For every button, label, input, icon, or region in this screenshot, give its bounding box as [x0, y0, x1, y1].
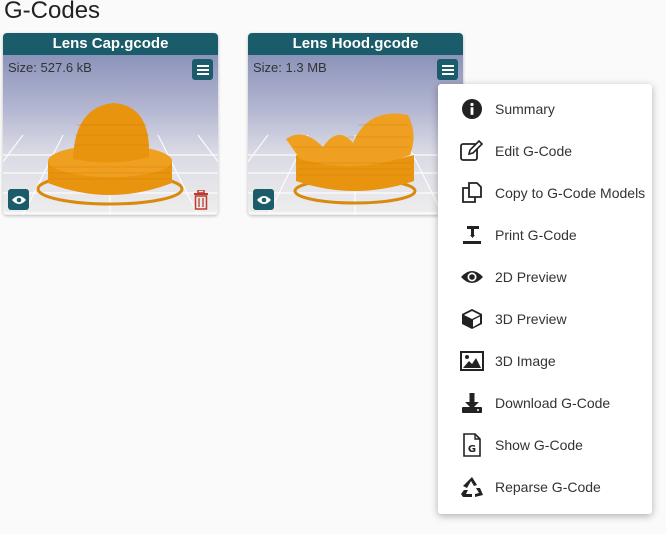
context-menu: Summary Edit G-Code Copy to G-Code Model…	[438, 84, 652, 514]
lens-hood-model	[286, 113, 417, 205]
edit-icon	[460, 139, 484, 163]
preview-button[interactable]	[253, 189, 274, 210]
print-icon	[460, 223, 484, 247]
menu-item-show-gcode[interactable]: G Show G-Code	[438, 424, 652, 466]
menu-item-copy-to-gcode-models[interactable]: Copy to G-Code Models	[438, 172, 652, 214]
menu-item-2d-preview[interactable]: 2D Preview	[438, 256, 652, 298]
info-icon	[460, 97, 484, 121]
hamburger-icon	[196, 64, 209, 75]
menu-item-3d-preview[interactable]: 3D Preview	[438, 298, 652, 340]
image-icon	[460, 349, 484, 373]
menu-item-edit-gcode[interactable]: Edit G-Code	[438, 130, 652, 172]
eye-icon	[256, 195, 271, 204]
card-menu-button[interactable]	[192, 59, 213, 80]
download-icon	[460, 391, 484, 415]
cube-icon	[460, 307, 484, 331]
card-menu-button[interactable]	[437, 59, 458, 80]
menu-item-3d-image[interactable]: 3D Image	[438, 340, 652, 382]
menu-item-print-gcode[interactable]: Print G-Code	[438, 214, 652, 256]
lens-cap-model	[36, 103, 184, 206]
card-preview-image[interactable]: Size: 1.3 MB	[248, 55, 463, 215]
card-preview-image[interactable]: Size: 527.6 kB	[3, 55, 218, 215]
menu-item-reparse-gcode[interactable]: Reparse G-Code	[438, 466, 652, 508]
preview-button[interactable]	[8, 189, 29, 210]
hamburger-icon	[441, 64, 454, 75]
file-g-icon: G	[460, 433, 484, 457]
page-title: G-Codes	[4, 0, 101, 24]
file-size: Size: 1.3 MB	[253, 60, 327, 75]
card-title: Lens Cap.gcode	[3, 33, 218, 55]
recycle-icon	[460, 475, 484, 499]
svg-text:G: G	[468, 444, 476, 455]
file-size: Size: 527.6 kB	[8, 60, 92, 75]
trash-icon[interactable]	[192, 190, 210, 210]
menu-item-summary[interactable]: Summary	[438, 88, 652, 130]
menu-item-download-gcode[interactable]: Download G-Code	[438, 382, 652, 424]
card-title: Lens Hood.gcode	[248, 33, 463, 55]
gcode-card-lens-cap[interactable]: Lens Cap.gcode Size: 527.6 kB	[3, 33, 218, 215]
eye-icon	[11, 195, 26, 204]
gcode-card-lens-hood[interactable]: Lens Hood.gcode Size: 1.3 MB	[248, 33, 463, 215]
eye-icon	[460, 265, 484, 289]
copy-icon	[460, 181, 484, 205]
